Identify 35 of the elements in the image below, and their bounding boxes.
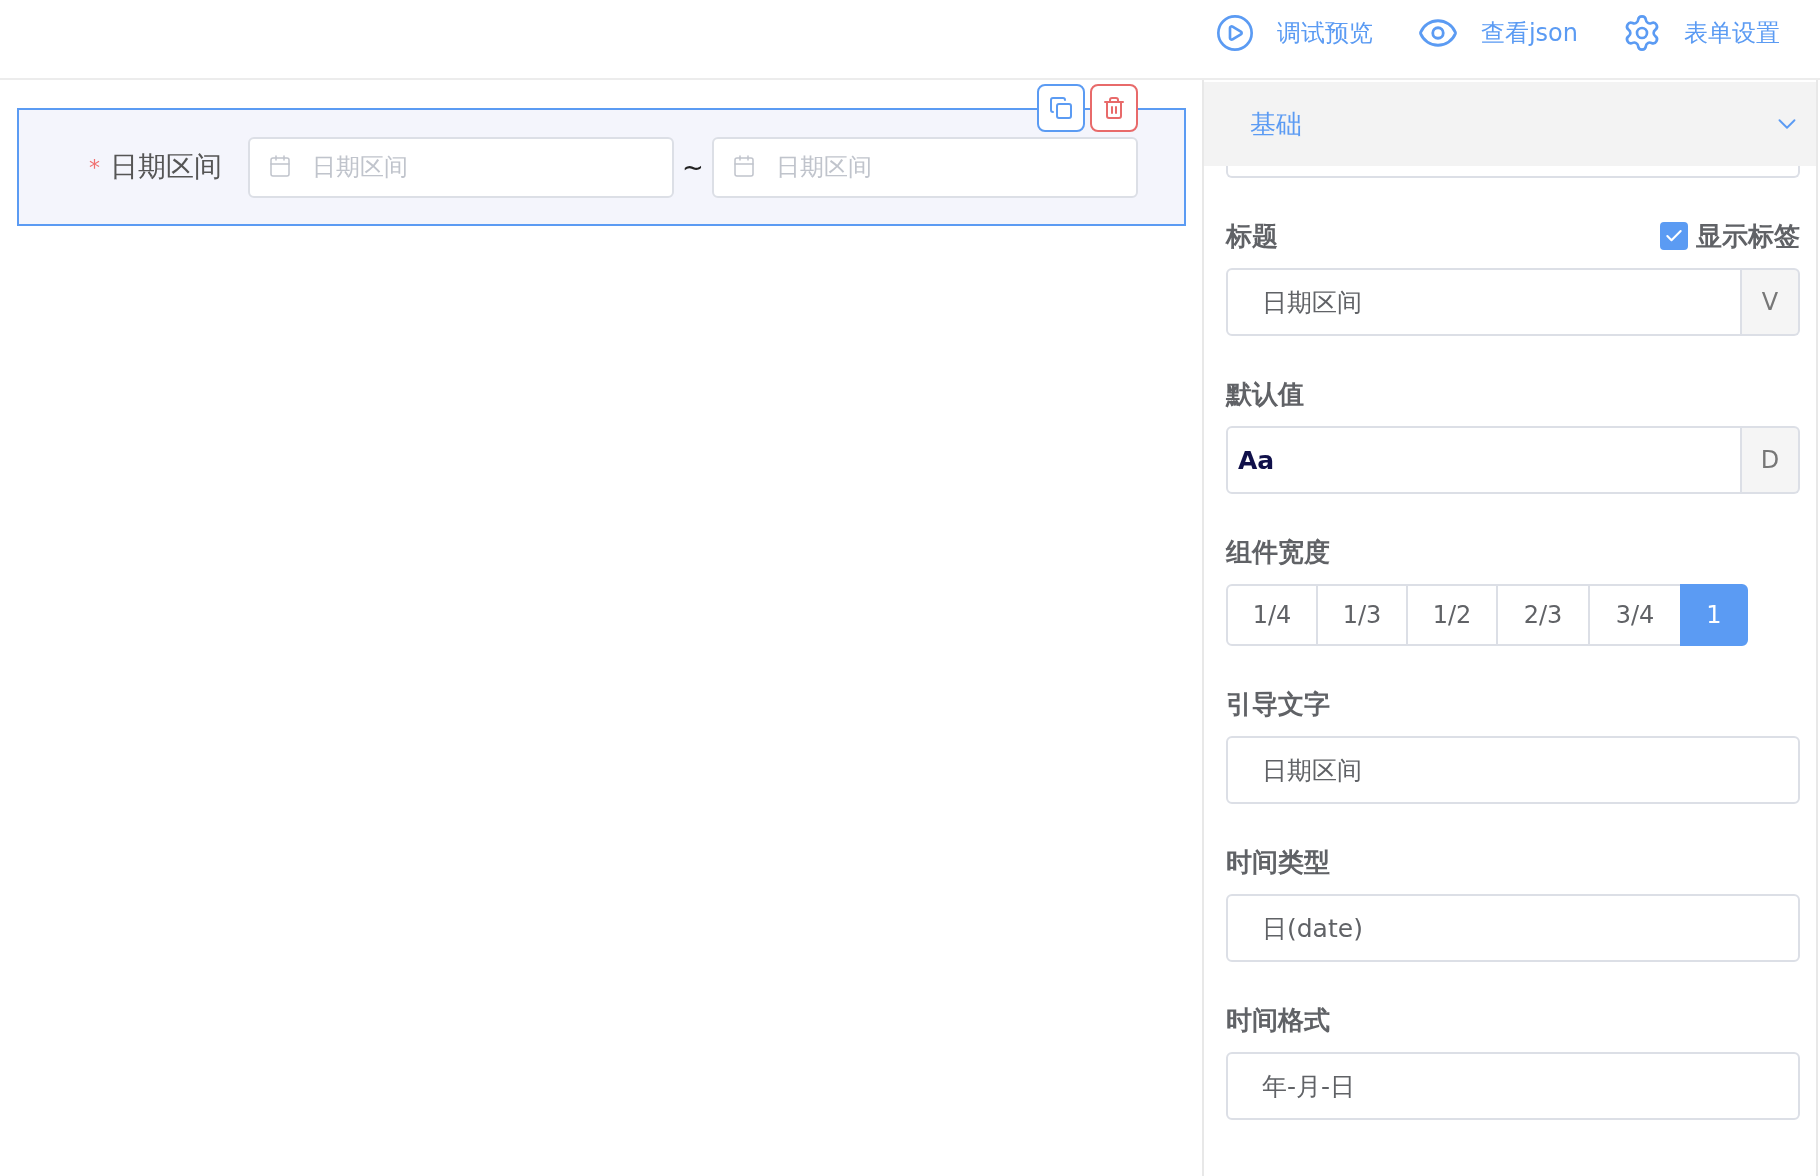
date-input-field[interactable]: 日期区间 xyxy=(248,136,674,198)
form-item-card[interactable]: * 日期区间 日期区间 ~ 日期区间 xyxy=(17,108,1186,226)
play-icon xyxy=(1214,13,1255,53)
field-label: 引导文字 xyxy=(1226,687,1330,721)
width-option[interactable]: 3/4 xyxy=(1588,584,1682,646)
type-select[interactable]: 日(date) xyxy=(1226,894,1800,962)
width-option[interactable]: 1/4 xyxy=(1226,584,1318,646)
default-value-input[interactable]: Aa xyxy=(1226,426,1742,494)
range-separator: ~ xyxy=(682,152,704,182)
field-label: 组件宽度 xyxy=(1226,535,1330,569)
copy-button[interactable] xyxy=(1037,84,1085,132)
show-label-checkbox[interactable]: 显示标签 xyxy=(1660,218,1800,254)
trash-icon xyxy=(1102,96,1126,120)
width-option[interactable]: 2/3 xyxy=(1496,584,1590,646)
format-select[interactable]: 年-月-日 xyxy=(1226,1052,1800,1120)
required-mark: * xyxy=(89,154,100,180)
width-option[interactable]: 1/3 xyxy=(1316,584,1408,646)
section-title: 基础 xyxy=(1250,107,1302,141)
field-label: 默认值 xyxy=(1226,377,1304,411)
field-label: 时间类型 xyxy=(1226,845,1330,879)
copy-icon xyxy=(1049,96,1073,120)
addon-label[interactable]: V xyxy=(1742,268,1800,336)
field-label: 标题 xyxy=(1226,219,1278,253)
checkbox[interactable] xyxy=(1660,222,1688,250)
addon-label[interactable]: D xyxy=(1742,426,1800,494)
field-label: 日期区间 xyxy=(110,149,222,185)
title-input[interactable]: 日期区间 xyxy=(1226,268,1742,336)
placeholder-input[interactable]: 日期区间 xyxy=(1226,736,1800,804)
width-option[interactable]: 1/2 xyxy=(1406,584,1498,646)
delete-button[interactable] xyxy=(1090,84,1138,132)
field-label: 时间格式 xyxy=(1226,1003,1330,1037)
calendar-icon xyxy=(731,153,756,178)
checkbox-label: 显示标签 xyxy=(1696,219,1800,253)
calendar-icon xyxy=(268,153,292,178)
date-input-field[interactable]: 日期区间 xyxy=(711,136,1138,198)
